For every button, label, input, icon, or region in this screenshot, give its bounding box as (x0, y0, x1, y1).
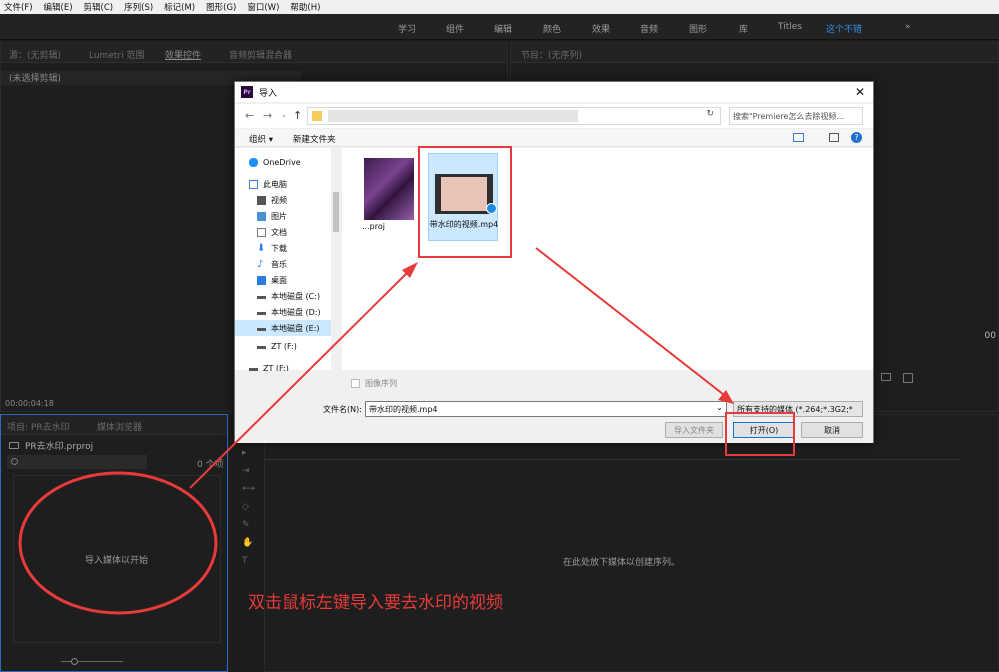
arrow-to-video (189, 267, 413, 489)
arrow-to-open (535, 247, 729, 399)
annotation-overlay (18, 247, 734, 615)
annotation-text: 双击鼠标左键导入要去水印的视频 (248, 593, 503, 613)
project-panel-circle (18, 471, 218, 615)
